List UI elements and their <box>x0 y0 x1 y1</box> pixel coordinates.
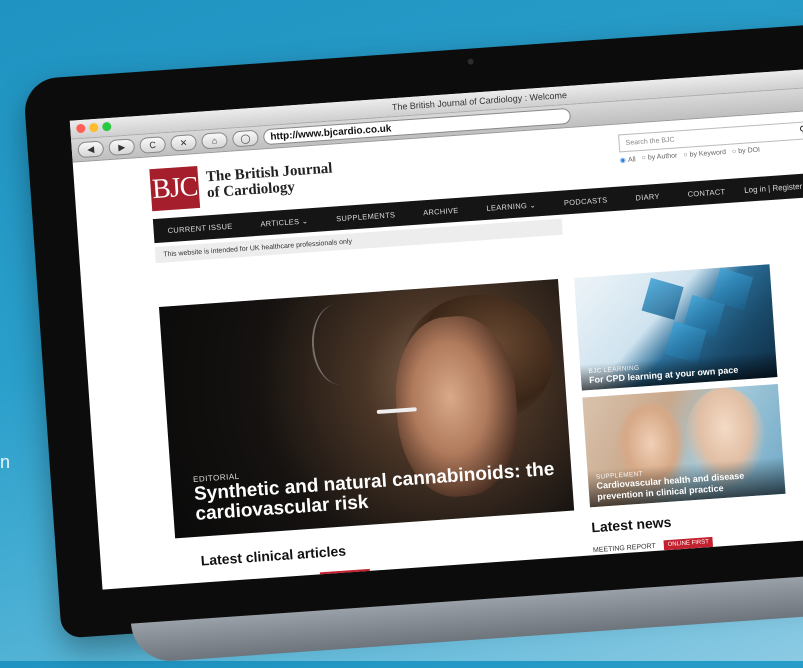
side-card-overlay: SUPPLEMENT Cardiovascular health and dis… <box>587 455 786 508</box>
search-option-all[interactable]: All <box>620 155 636 164</box>
home-button[interactable]: ⌂ <box>200 131 229 150</box>
back-button[interactable]: ◀ <box>77 140 105 159</box>
latest-news-heading: Latest news <box>590 513 672 536</box>
hero-headline[interactable]: Synthetic and natural cannabinoids: the … <box>193 458 574 525</box>
nav-supplements[interactable]: SUPPLEMENTS <box>322 209 410 224</box>
nav-contact[interactable]: CONTACT <box>673 186 739 200</box>
nav-articles[interactable]: ARTICLES ⌄ <box>246 215 322 229</box>
site-name[interactable]: The British Journal of Cardiology <box>205 161 334 202</box>
rss-icon[interactable]: ◯ <box>231 129 259 148</box>
search-icon[interactable]: ⚲ <box>799 123 803 137</box>
login-register-link[interactable]: Log in | Register <box>744 181 803 194</box>
search-input[interactable]: Search the BJC ⚲ <box>618 120 803 153</box>
background-text: n <box>0 452 11 472</box>
reload-button[interactable]: C <box>139 136 167 154</box>
smoke-graphic <box>309 302 367 387</box>
search-option-author[interactable]: by Author <box>641 152 678 162</box>
search-placeholder: Search the BJC <box>625 136 675 147</box>
search-option-doi[interactable]: by DOI <box>732 147 761 157</box>
hero-feature[interactable]: EDITORIAL Synthetic and natural cannabin… <box>158 279 575 539</box>
nav-podcasts[interactable]: PODCASTS <box>550 194 622 208</box>
search-option-keyword[interactable]: by Keyword <box>683 149 726 160</box>
camera-icon <box>467 58 474 65</box>
screen: The British Journal of Cardiology : Welc… <box>69 63 803 590</box>
cube-graphic <box>641 277 684 320</box>
latest-clinical-heading: Latest clinical articles <box>200 542 347 569</box>
side-card-supplement[interactable]: SUPPLEMENT Cardiovascular health and dis… <box>582 383 786 508</box>
nav-learning[interactable]: LEARNING ⌄ <box>472 199 550 213</box>
nav-archive[interactable]: ARCHIVE <box>409 204 473 217</box>
laptop: The British Journal of Cardiology : Welc… <box>20 0 803 664</box>
nav-diary[interactable]: DIARY <box>621 190 674 203</box>
forward-button[interactable]: ▶ <box>108 138 136 157</box>
nav-current-issue[interactable]: CURRENT ISSUE <box>153 220 246 235</box>
bjc-logo[interactable]: BJC <box>149 165 201 212</box>
stop-button[interactable]: ✕ <box>170 133 198 152</box>
side-card-learning[interactable]: BJC LEARNING For CPD learning at your ow… <box>573 264 778 391</box>
